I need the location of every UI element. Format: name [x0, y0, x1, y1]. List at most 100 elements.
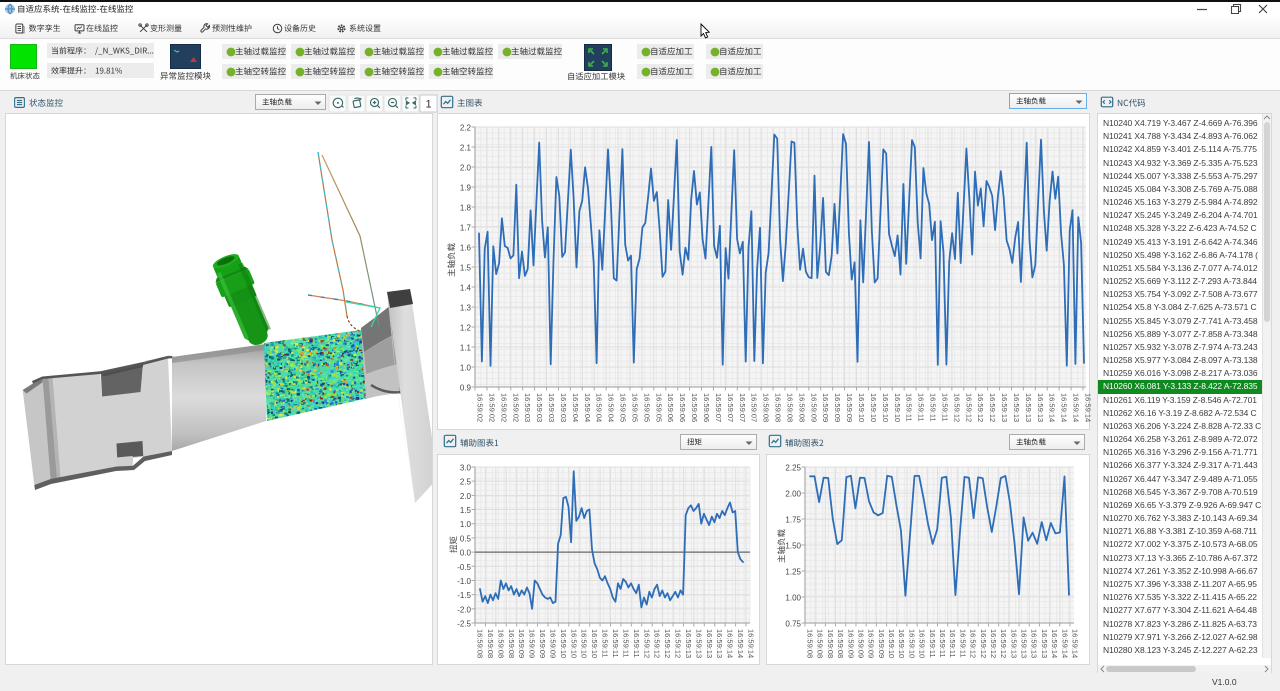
svg-text:16:59:11: 16:59:11: [958, 629, 967, 658]
svg-text:16:59:05: 16:59:05: [631, 393, 640, 422]
svg-text:16:59:13: 16:59:13: [1009, 629, 1018, 658]
svg-text:1.00: 1.00: [785, 594, 801, 603]
svg-text:16:59:14: 16:59:14: [1071, 629, 1080, 658]
svg-text:16:59:11: 16:59:11: [917, 393, 926, 422]
svg-text:16:59:05: 16:59:05: [619, 393, 628, 422]
svg-text:16:59:13: 16:59:13: [1000, 393, 1009, 422]
svg-text:16:59:09: 16:59:09: [528, 629, 537, 658]
svg-text:16:59:04: 16:59:04: [595, 393, 604, 422]
svg-text:16:59:14: 16:59:14: [1072, 393, 1081, 422]
svg-text:16:59:07: 16:59:07: [738, 393, 747, 422]
svg-text:16:59:12: 16:59:12: [674, 629, 683, 658]
svg-text:16:59:11: 16:59:11: [601, 629, 610, 658]
svg-text:16:59:07: 16:59:07: [726, 393, 735, 422]
svg-text:16:59:10: 16:59:10: [569, 629, 578, 658]
svg-text:16:59:12: 16:59:12: [988, 393, 997, 422]
svg-text:1.25: 1.25: [785, 568, 801, 577]
svg-text:16:59:08: 16:59:08: [797, 393, 806, 422]
svg-text:0.75: 0.75: [785, 620, 801, 629]
svg-text:16:59:11: 16:59:11: [929, 393, 938, 422]
svg-text:16:59:09: 16:59:09: [833, 393, 842, 422]
svg-text:16:59:14: 16:59:14: [1060, 393, 1069, 422]
svg-text:1.8: 1.8: [460, 204, 472, 213]
svg-text:0.5: 0.5: [460, 534, 472, 543]
svg-text:16:59:11: 16:59:11: [948, 629, 957, 658]
svg-text:16:59:10: 16:59:10: [907, 629, 916, 658]
svg-text:16:59:13: 16:59:13: [1012, 393, 1021, 422]
svg-text:16:59:14: 16:59:14: [1048, 393, 1057, 422]
svg-text:16:59:10: 16:59:10: [893, 393, 902, 422]
svg-text:16:59:11: 16:59:11: [940, 393, 949, 422]
svg-text:16:59:14: 16:59:14: [1050, 629, 1059, 658]
svg-text:-2.0: -2.0: [457, 605, 471, 614]
svg-text:16:59:08: 16:59:08: [486, 629, 495, 658]
svg-text:16:59:06: 16:59:06: [702, 393, 711, 422]
svg-text:16:59:09: 16:59:09: [845, 393, 854, 422]
svg-text:16:59:13: 16:59:13: [705, 629, 714, 658]
svg-text:16:59:11: 16:59:11: [621, 629, 630, 658]
svg-text:16:59:12: 16:59:12: [976, 393, 985, 422]
svg-text:2.25: 2.25: [785, 464, 801, 473]
svg-text:16:59:08: 16:59:08: [774, 393, 783, 422]
svg-text:2.00: 2.00: [785, 490, 801, 499]
svg-text:16:59:07: 16:59:07: [714, 393, 723, 422]
svg-text:16:59:09: 16:59:09: [809, 393, 818, 422]
svg-text:16:59:08: 16:59:08: [786, 393, 795, 422]
svg-text:1.0: 1.0: [460, 364, 472, 373]
svg-text:16:59:10: 16:59:10: [857, 393, 866, 422]
svg-text:16:59:06: 16:59:06: [678, 393, 687, 422]
svg-text:0.9: 0.9: [460, 384, 472, 393]
svg-text:1.1: 1.1: [460, 344, 472, 353]
svg-text:1.4: 1.4: [460, 284, 472, 293]
svg-text:16:59:14: 16:59:14: [736, 629, 745, 658]
svg-text:-1.0: -1.0: [457, 577, 471, 586]
svg-text:16:59:10: 16:59:10: [559, 629, 568, 658]
svg-text:16:59:12: 16:59:12: [999, 629, 1008, 658]
svg-text:16:59:13: 16:59:13: [1020, 629, 1029, 658]
svg-text:2.0: 2.0: [460, 164, 472, 173]
svg-text:16:59:09: 16:59:09: [821, 393, 830, 422]
svg-text:16:59:13: 16:59:13: [1024, 393, 1033, 422]
svg-text:16:59:10: 16:59:10: [881, 393, 890, 422]
svg-text:16:59:04: 16:59:04: [607, 393, 616, 422]
svg-text:16:59:09: 16:59:09: [517, 629, 526, 658]
svg-text:-1.5: -1.5: [457, 591, 471, 600]
svg-text:1.50: 1.50: [785, 542, 801, 551]
svg-text:16:59:12: 16:59:12: [642, 629, 651, 658]
svg-text:16:59:08: 16:59:08: [826, 629, 835, 658]
svg-text:16:59:04: 16:59:04: [583, 393, 592, 422]
svg-text:16:59:06: 16:59:06: [690, 393, 699, 422]
svg-text:16:59:14: 16:59:14: [1084, 393, 1093, 422]
svg-text:1.5: 1.5: [460, 264, 472, 273]
svg-text:16:59:10: 16:59:10: [590, 629, 599, 658]
svg-text:16:59:12: 16:59:12: [964, 393, 973, 422]
svg-text:16:59:14: 16:59:14: [1060, 629, 1069, 658]
svg-text:16:59:10: 16:59:10: [869, 393, 878, 422]
svg-text:16:59:05: 16:59:05: [642, 393, 651, 422]
svg-text:1.3: 1.3: [460, 304, 472, 313]
svg-text:16:59:09: 16:59:09: [867, 629, 876, 658]
svg-text:1.9: 1.9: [460, 184, 472, 193]
svg-text:16:59:08: 16:59:08: [476, 629, 485, 658]
svg-text:1.6: 1.6: [460, 244, 472, 253]
svg-text:16:59:11: 16:59:11: [905, 393, 914, 422]
svg-text:16:59:11: 16:59:11: [938, 629, 947, 658]
svg-text:16:59:14: 16:59:14: [747, 629, 756, 658]
svg-text:16:59:13: 16:59:13: [694, 629, 703, 658]
svg-text:16:59:08: 16:59:08: [806, 629, 815, 658]
svg-text:16:59:10: 16:59:10: [580, 629, 589, 658]
svg-text:16:59:05: 16:59:05: [654, 393, 663, 422]
svg-text:16:59:13: 16:59:13: [684, 629, 693, 658]
svg-text:2.5: 2.5: [460, 478, 472, 487]
svg-text:16:59:12: 16:59:12: [653, 629, 662, 658]
svg-text:16:59:10: 16:59:10: [918, 629, 927, 658]
svg-text:16:59:07: 16:59:07: [750, 393, 759, 422]
svg-text:16:59:03: 16:59:03: [559, 393, 568, 422]
svg-text:16:59:08: 16:59:08: [836, 629, 845, 658]
svg-text:2.1: 2.1: [460, 144, 472, 153]
svg-text:16:59:03: 16:59:03: [523, 393, 532, 422]
svg-text:16:59:02: 16:59:02: [487, 393, 496, 422]
svg-text:16:59:09: 16:59:09: [846, 629, 855, 658]
svg-text:16:59:02: 16:59:02: [499, 393, 508, 422]
svg-text:16:59:06: 16:59:06: [666, 393, 675, 422]
